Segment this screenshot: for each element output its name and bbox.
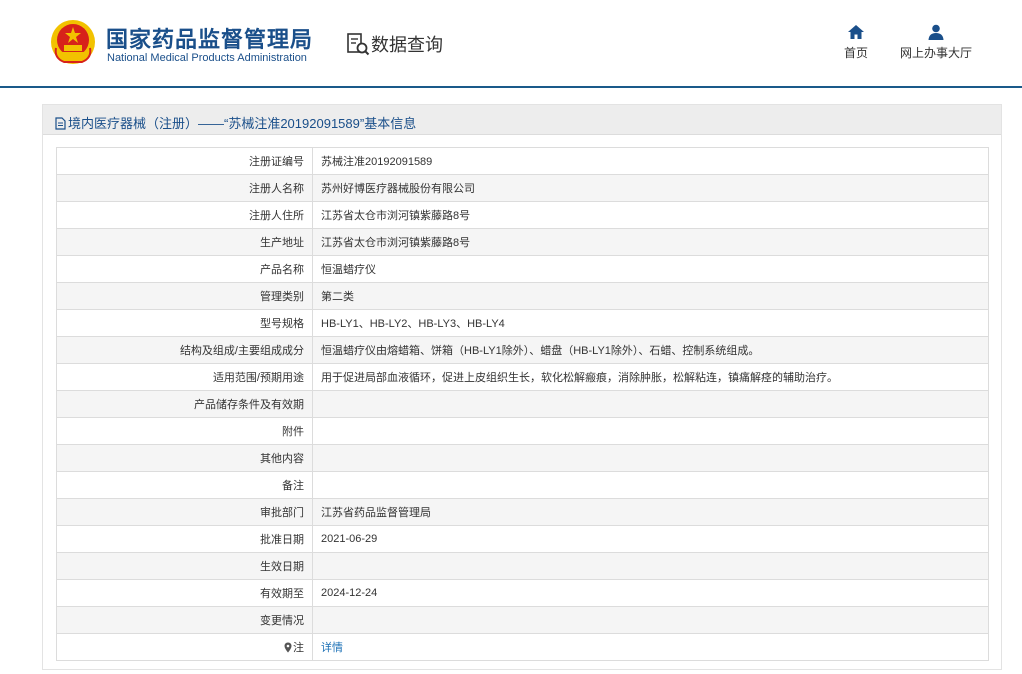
table-row: 审批部门 江苏省药品监督管理局 [56, 498, 989, 526]
panel-header: 境内医疗器械（注册）——“苏械注准20192091589”基本信息 [43, 105, 1001, 135]
document-icon [55, 117, 66, 130]
table-row: 注册人住所 江苏省太仓市浏河镇紫藤路8号 [56, 201, 989, 229]
row-label: 生效日期 [56, 552, 313, 580]
table-row: 结构及组成/主要组成成分 恒温蜡疗仪由熔蜡箱、饼箱（HB-LY1除外）、蜡盘（HB… [56, 336, 989, 364]
row-value [312, 417, 989, 445]
detail-panel: 境内医疗器械（注册）——“苏械注准20192091589”基本信息 注册证编号苏… [42, 104, 1002, 670]
note-value: 详情 [312, 633, 989, 661]
row-label: 产品储存条件及有效期 [56, 390, 313, 418]
table-row: 适用范围/预期用途 用于促进局部血液循环，促进上皮组织生长，软化松解瘢痕，消除肿胀… [56, 363, 989, 391]
row-label: 附件 [56, 417, 313, 445]
note-label-text: 注 [293, 642, 304, 654]
row-value: 苏州好博医疗器械股份有限公司 [312, 174, 989, 202]
nav-online-service-hall[interactable]: 网上办事大厅 [896, 24, 976, 61]
row-value [312, 471, 989, 499]
row-value: 第二类 [312, 282, 989, 310]
row-value: 江苏省太仓市浏河镇紫藤路8号 [312, 228, 989, 256]
table-row: 变更情况 [56, 606, 989, 634]
row-value: 江苏省药品监督管理局 [312, 498, 989, 526]
site-subtitle: National Medical Products Administration [107, 52, 307, 64]
row-value: 江苏省太仓市浏河镇紫藤路8号 [312, 201, 989, 229]
row-value [312, 390, 989, 418]
table-row: 附件 [56, 417, 989, 445]
row-label: 注册人住所 [56, 201, 313, 229]
pin-icon [284, 642, 292, 653]
row-value: 2024-12-24 [312, 579, 989, 607]
row-label: 审批部门 [56, 498, 313, 526]
table-row: 其他内容 [56, 444, 989, 472]
nav-online-service-hall-label: 网上办事大厅 [899, 46, 972, 60]
table-row: 管理类别 第二类 [56, 282, 989, 310]
table-row: 型号规格 HB-LY1、HB-LY2、HB-LY3、HB-LY4 [56, 309, 989, 337]
row-label: 其他内容 [56, 444, 313, 472]
panel-title: 境内医疗器械（注册）——“苏械注准20192091589”基本信息 [55, 113, 416, 132]
row-label: 适用范围/预期用途 [56, 363, 313, 391]
row-value: HB-LY1、HB-LY2、HB-LY3、HB-LY4 [312, 309, 989, 337]
row-value: 2021-06-29 [312, 525, 989, 553]
row-value: 苏械注准20192091589 [312, 147, 989, 175]
row-label: 管理类别 [56, 282, 313, 310]
row-label: 结构及组成/主要组成成分 [56, 336, 313, 364]
row-value: 用于促进局部血液循环，促进上皮组织生长，软化松解瘢痕，消除肿胀，松解粘连，镇痛解… [312, 363, 989, 391]
details-link[interactable]: 详情 [321, 642, 343, 654]
table-row: 备注 [56, 471, 989, 499]
table-row: 产品名称 恒温蜡疗仪 [56, 255, 989, 283]
national-emblem-icon [51, 20, 95, 64]
table-row-note: 注 详情 [56, 633, 989, 661]
table-row: 生效日期 [56, 552, 989, 580]
table-row: 生产地址 江苏省太仓市浏河镇紫藤路8号 [56, 228, 989, 256]
row-label: 变更情况 [56, 606, 313, 634]
info-table: 注册证编号 苏械注准20192091589 注册人名称 苏州好博医疗器械股份有限公司… [56, 147, 989, 661]
row-label: 注册证编号 [56, 147, 313, 175]
nav-home[interactable]: 首页 [838, 24, 874, 61]
row-value [312, 606, 989, 634]
row-label: 生产地址 [56, 228, 313, 256]
site-header: 国家药品监督管理局 National Medical Products Admi… [0, 0, 1022, 88]
row-label: 批准日期 [56, 525, 313, 553]
table-row: 注册人名称 苏州好博医疗器械股份有限公司 [56, 174, 989, 202]
home-icon [848, 25, 864, 39]
row-label: 备注 [56, 471, 313, 499]
table-row: 注册证编号 苏械注准20192091589 [56, 147, 989, 175]
panel-title-text: 境内医疗器械（注册）——“苏械注准20192091589”基本信息 [68, 116, 417, 131]
row-label: 有效期至 [56, 579, 313, 607]
note-label: 注 [56, 633, 313, 661]
table-row: 有效期至 2024-12-24 [56, 579, 989, 607]
row-label: 注册人名称 [56, 174, 313, 202]
data-query-title: 数据查询 [371, 35, 443, 55]
row-value [312, 444, 989, 472]
nav-home-label: 首页 [843, 46, 868, 60]
row-label: 型号规格 [56, 309, 313, 337]
row-value [312, 552, 989, 580]
user-icon [928, 24, 944, 40]
row-value: 恒温蜡疗仪 [312, 255, 989, 283]
row-value: 恒温蜡疗仪由熔蜡箱、饼箱（HB-LY1除外）、蜡盘（HB-LY1除外）、石蜡、控… [312, 336, 989, 364]
row-label: 产品名称 [56, 255, 313, 283]
data-query-icon [347, 33, 370, 56]
table-row: 批准日期 2021-06-29 [56, 525, 989, 553]
table-row: 产品储存条件及有效期 [56, 390, 989, 418]
site-title: 国家药品监督管理局 [106, 27, 314, 52]
